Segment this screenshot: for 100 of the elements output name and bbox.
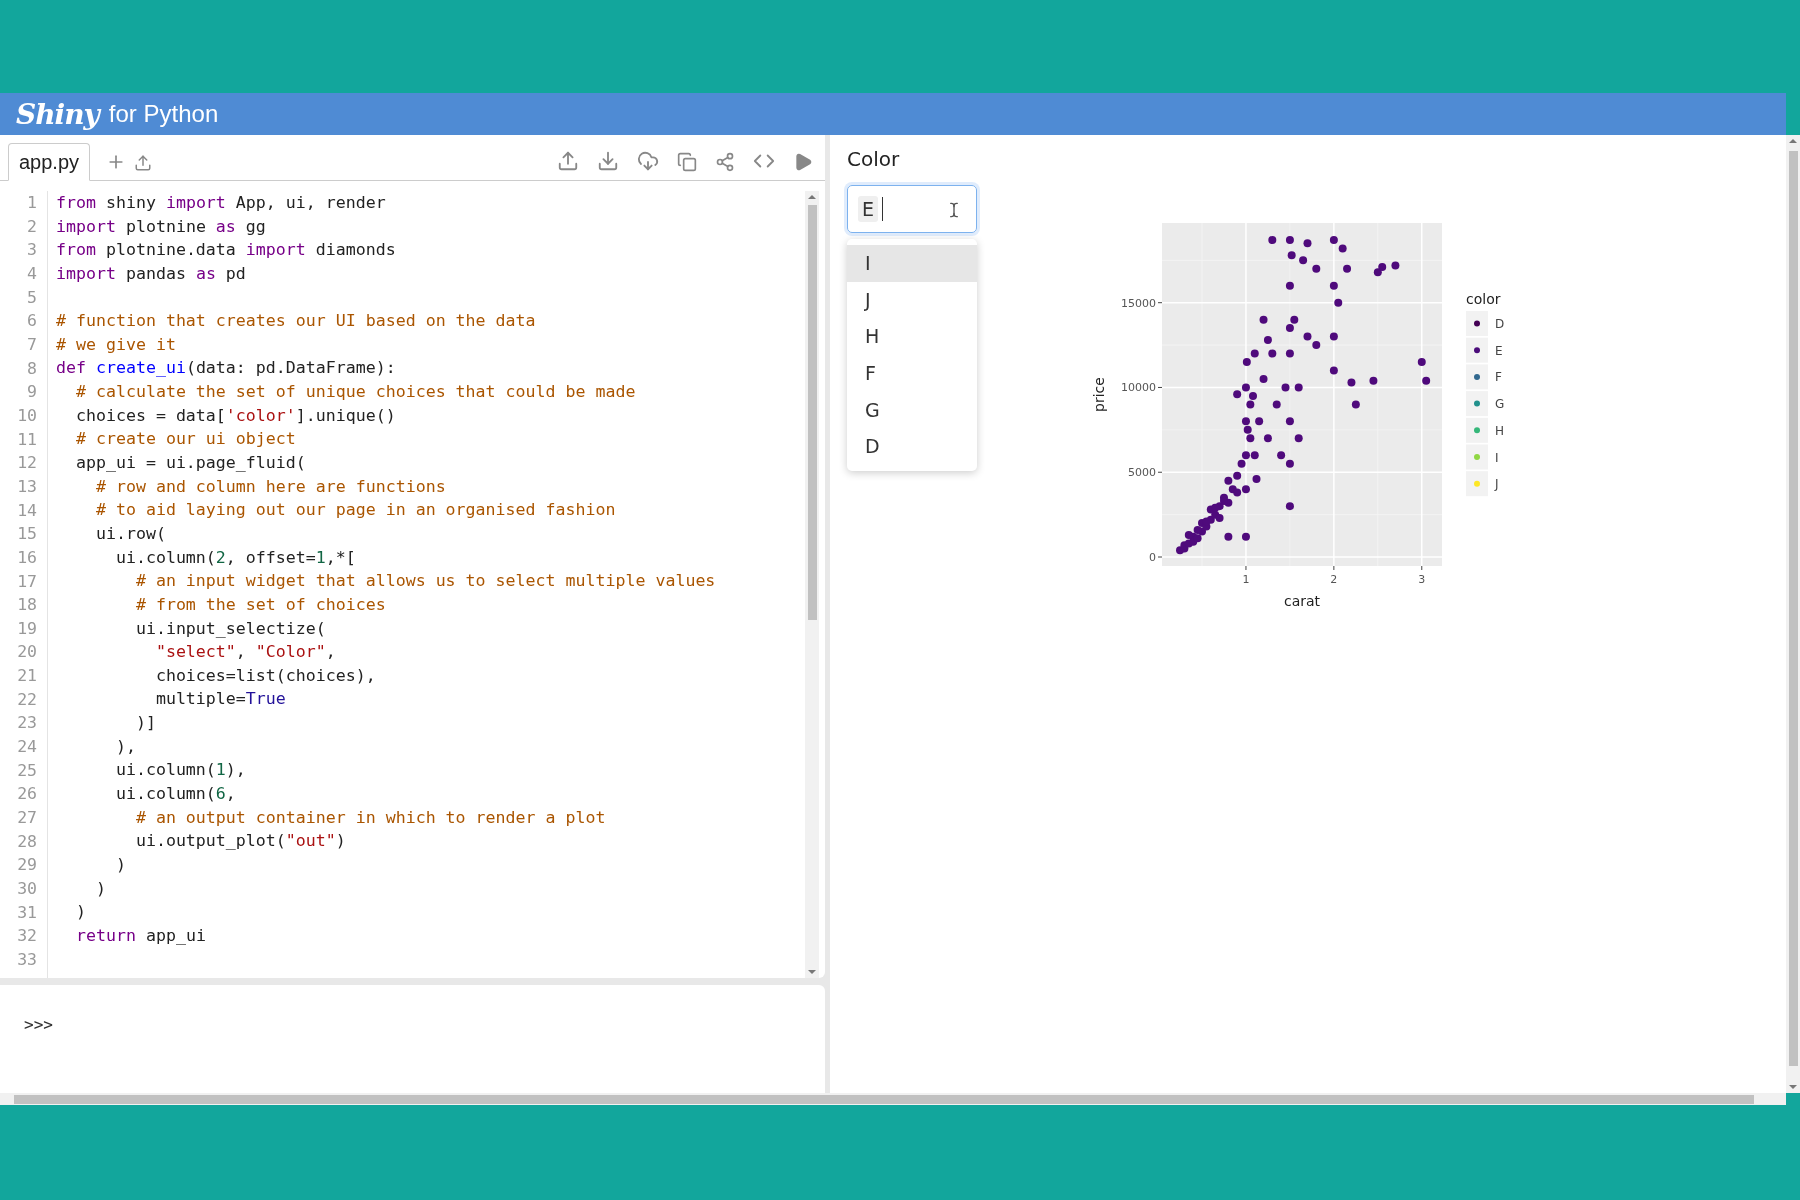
line-number: 7 — [27, 333, 37, 356]
code-line: )] — [134, 712, 157, 735]
tick-mark — [1421, 565, 1423, 571]
legend-label: E — [1495, 343, 1503, 358]
line-number: 26 — [17, 783, 37, 806]
selected-chip[interactable]: E — [858, 196, 878, 222]
dropdown-option[interactable]: F — [847, 354, 977, 392]
tick-mark — [1157, 302, 1163, 304]
line-number: 30 — [17, 878, 37, 901]
line-number: 31 — [17, 901, 37, 924]
y-tick-label: 15000 — [1121, 296, 1156, 310]
header-title: for Python — [108, 100, 219, 128]
tick-mark — [1157, 471, 1163, 473]
tick-mark — [1333, 565, 1335, 571]
y-tick-label: 5000 — [1128, 466, 1156, 480]
code-line: choices=list(choices), — [154, 664, 377, 687]
legend-key — [1466, 471, 1488, 497]
code-line: import plotnine as gg — [56, 215, 267, 238]
y-axis-label: price — [1091, 377, 1107, 412]
code-line: # an input widget that allows us to select multiple values — [134, 570, 717, 593]
console-prompt: >>> — [24, 1015, 53, 1034]
code-line: return app_ui — [74, 924, 207, 947]
code-line: multiple=True — [154, 688, 287, 711]
code-line: import pandas as pd — [56, 262, 247, 285]
code-line: # function that creates our UI based on the data — [56, 310, 537, 333]
code-line: "select", "Color", — [154, 641, 337, 664]
dropdown-option[interactable]: H — [847, 318, 977, 355]
code-line: # to aid laying out our page in an organised fashion — [94, 499, 617, 522]
scrollbar[interactable] — [0, 1093, 1786, 1105]
code-line: choices = data['color'].unique() — [74, 404, 397, 427]
code-line: # create our ui object — [74, 428, 297, 451]
legend-key — [1466, 391, 1488, 417]
line-number: 3 — [27, 239, 37, 262]
dropdown-option[interactable]: D — [847, 427, 977, 465]
select-field[interactable]: E — [847, 185, 977, 233]
tick-mark — [1157, 556, 1163, 558]
x-tick-label: 2 — [1330, 573, 1338, 586]
legend-key — [1466, 311, 1488, 336]
line-number: 14 — [17, 499, 37, 522]
line-number: 22 — [17, 688, 37, 711]
line-number: 25 — [17, 759, 37, 782]
line-number: 24 — [17, 736, 37, 759]
line-number: 20 — [17, 641, 37, 664]
line-number: 11 — [17, 428, 37, 451]
line-number: 4 — [27, 262, 37, 285]
line-number: 9 — [27, 381, 37, 404]
line-number: 8 — [27, 357, 37, 380]
legend-label: G — [1495, 397, 1505, 412]
legend-label: D — [1495, 317, 1505, 331]
line-number: 15 — [17, 523, 37, 546]
line-number: 27 — [17, 807, 37, 830]
text-caret — [882, 197, 883, 221]
code-line: ui.row( — [94, 522, 167, 545]
code-line: ui.input_selectize( — [134, 617, 327, 640]
code-line: # calculate the set of unique choices that could be made — [74, 381, 637, 404]
tick-mark — [1245, 565, 1247, 571]
code-line: ui.column(6, — [114, 783, 237, 805]
code-line: ui.output_plot("out") — [134, 830, 347, 853]
line-number: 23 — [17, 712, 37, 735]
line-number: 16 — [17, 546, 37, 569]
legend-title: color — [1466, 291, 1501, 307]
x-tick-label: 1 — [1242, 573, 1250, 586]
line-number: 5 — [27, 286, 37, 309]
legend-key — [1466, 417, 1488, 443]
line-number: 33 — [17, 949, 37, 971]
code-line: # row and column here are functions — [94, 475, 447, 498]
x-axis-label: carat — [1283, 593, 1321, 609]
code-line: # we give it — [56, 333, 177, 356]
dropdown-option[interactable]: I — [847, 245, 977, 282]
scrollbar[interactable] — [805, 191, 819, 978]
code-line: ) — [74, 901, 87, 924]
legend-key — [1466, 444, 1488, 470]
dropdown-option[interactable]: J — [847, 281, 977, 319]
legend-key — [1466, 337, 1488, 363]
line-number: 19 — [17, 617, 37, 640]
code-line: ) — [114, 853, 127, 876]
legend-label: J — [1495, 477, 1499, 492]
line-number: 28 — [17, 830, 37, 853]
logo-text: Shiny — [16, 97, 99, 131]
code-line: # from the set of choices — [134, 593, 387, 616]
line-number: 1 — [27, 192, 37, 214]
code-line: ) — [94, 877, 107, 900]
x-tick-label: 3 — [1418, 573, 1426, 586]
y-tick-label: 10000 — [1121, 381, 1156, 395]
line-number: 13 — [17, 475, 37, 498]
line-number: 6 — [27, 310, 37, 333]
tick-mark — [1157, 386, 1163, 388]
code-line: ui.column(1), — [114, 759, 247, 782]
dropdown-option[interactable]: G — [847, 391, 977, 428]
line-number: 32 — [17, 925, 37, 948]
line-number: 12 — [17, 452, 37, 475]
code-line: ), — [114, 735, 137, 758]
code-line: def create_ui(data: pd.DataFrame): — [56, 357, 397, 380]
scrollbar[interactable] — [1786, 135, 1800, 1093]
line-number: 21 — [17, 665, 37, 688]
code-line: from plotnine.data import diamonds — [56, 239, 397, 262]
file-tab[interactable]: app.py — [8, 143, 91, 181]
line-number: 18 — [17, 594, 37, 617]
code-line: ui.column(2, offset=1,*[ — [114, 546, 357, 569]
legend-label: F — [1495, 370, 1502, 385]
